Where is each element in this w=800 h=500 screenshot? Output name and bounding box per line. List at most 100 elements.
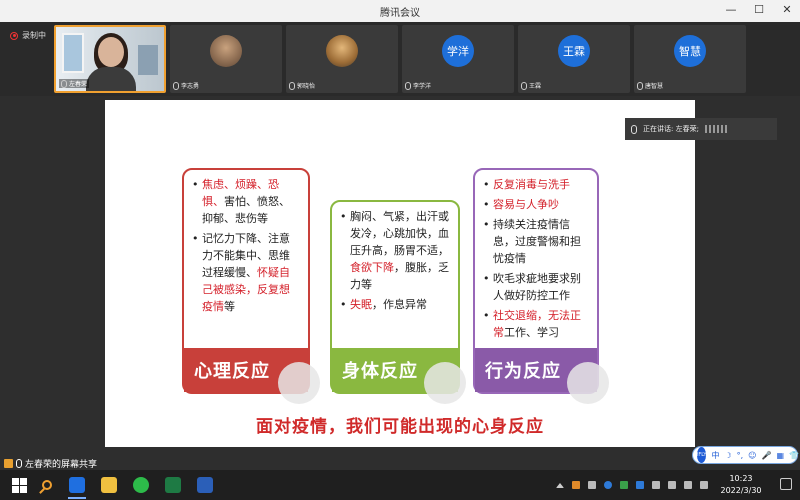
slide-caption: 面对疫情，我们可能出现的心身反应 [256,417,544,437]
wechat-icon [133,477,149,493]
excel-icon [165,477,181,493]
list-item: 持续关注疫情信息，过度警惕和担忧疫情 [483,216,589,267]
participant-tile-1[interactable]: 李志勇 [170,25,282,93]
avatar: 智慧 [674,35,706,67]
list-item: 吹毛求疵地要求别人做好防控工作 [483,270,589,304]
participant-tile-4[interactable]: 王霖 王霖 [518,25,630,93]
card-list: 胸闷、气紧，出汗或发冷，心跳加快，血压升高，肠胃不适，食欲下降，腹胀，乏力等失眠… [332,202,458,313]
participant-tile-2[interactable]: 郭晓怡 [286,25,398,93]
window-controls: — ☐ ✕ [724,3,794,16]
mic-icon [289,81,295,90]
participant-name: 李学洋 [405,81,431,90]
body-text: ，作息异常 [372,298,427,311]
taskbar-app-excel[interactable] [162,474,184,496]
close-button[interactable]: ✕ [780,3,794,16]
list-item: 胸闷、气紧，出汗或发冷，心跳加快，血压升高，肠胃不适，食欲下降，腹胀，乏力等 [340,208,450,293]
mic-icon [521,81,527,90]
mic-icon [405,81,411,90]
emoji-icon[interactable]: ☺ [748,451,756,460]
window-title: 腾讯会议 [380,7,420,19]
tray-app-icon[interactable] [636,481,644,489]
screen-share-bar[interactable]: 左春荣的屏幕共享 [0,456,97,470]
mic-icon [173,81,179,90]
highlight-text: 反复消毒与洗手 [493,178,570,191]
punctuation-icon[interactable]: °, [737,451,744,460]
tray-app-icon[interactable] [588,481,596,489]
highlight-text: 食欲下降 [350,261,394,274]
tray-app-icon[interactable] [652,481,660,489]
word-icon [197,477,213,493]
user-icon [4,458,13,468]
search-icon [42,480,52,490]
mic-icon [61,79,67,88]
bluetooth-icon[interactable] [604,481,612,489]
participant-name: 唐智慧 [637,81,663,90]
body-text: 吹毛求疵地要求别人做好防控工作 [493,272,581,302]
audio-wave-icon [704,125,729,133]
start-button[interactable] [8,474,30,496]
list-item: 容易与人争吵 [483,196,589,213]
mic-icon [631,124,637,134]
avatar [210,35,242,67]
ime-icon[interactable] [700,481,708,489]
taskbar-app-wechat[interactable] [130,474,152,496]
clock-time: 10:23 [729,474,753,483]
minimize-button[interactable]: — [724,3,738,16]
card-list: 焦虑、烦躁、恐惧、害怕、愤怒、抑郁、悲伤等记忆力下降、注意力不能集中、思维过程缓… [184,170,308,315]
volume-icon[interactable] [684,481,692,489]
taskbar-app-word[interactable] [194,474,216,496]
folder-icon [101,477,117,493]
card-psychological: 焦虑、烦躁、恐惧、害怕、愤怒、抑郁、悲伤等记忆力下降、注意力不能集中、思维过程缓… [182,168,320,404]
clock-date: 2022/3/30 [720,486,762,495]
windows-logo-icon [11,477,27,493]
record-icon [10,31,18,40]
chevron-up-icon[interactable] [556,482,564,488]
participant-tile-5[interactable]: 智慧 唐智慧 [634,25,746,93]
taskbar-app-explorer[interactable] [98,474,120,496]
meeting-window: 腾讯会议 — ☐ ✕ 录制中 左春荣 李志勇 郭晓怡 学洋 李学洋 王霖 王霖 … [0,0,800,470]
card-physical: 胸闷、气紧，出汗或发冷，心跳加快，血压升高，肠胃不适，食欲下降，腹胀，乏力等失眠… [330,200,466,404]
recording-label: 录制中 [22,31,46,40]
taskbar: 10:23 2022/3/30 [0,470,800,500]
participant-tile-0[interactable]: 左春荣 [54,25,166,93]
speaking-indicator: 正在讲话: 左春荣; [625,118,777,140]
title-bar: 腾讯会议 — ☐ ✕ [0,0,800,22]
participant-tile-3[interactable]: 学洋 李学洋 [402,25,514,93]
body-text: 工作、学习 [504,326,559,339]
ime-toolbar[interactable]: iFLY 中 ☽ °, ☺ 🎤 ▦ 👕 ⚙ [692,446,799,464]
card-behavioral: 反复消毒与洗手容易与人争吵持续关注疫情信息，过度警惕和担忧疫情吹毛求疵地要求别人… [473,168,609,404]
list-item: 社交退缩，无法正常工作、学习 [483,307,589,341]
card-list: 反复消毒与洗手容易与人争吵持续关注疫情信息，过度警惕和担忧疫情吹毛求疵地要求别人… [475,170,597,341]
decor-circle [278,362,320,404]
keyboard-icon[interactable]: ▦ [776,451,784,460]
avatar: 王霖 [558,35,590,67]
voice-icon[interactable]: 🎤 [762,451,772,460]
recording-indicator[interactable]: 录制中 [10,30,46,41]
taskbar-app-meeting[interactable] [66,474,88,499]
list-item: 反复消毒与洗手 [483,176,589,193]
highlight-text: 失眠 [350,298,372,311]
skin-icon[interactable]: 👕 [789,451,799,460]
decor-circle [424,362,466,404]
maximize-button[interactable]: ☐ [752,3,766,16]
body-text: 胸闷、气紧，出汗或发冷，心跳加快，血压升高，肠胃不适， [350,210,449,257]
participant-name: 李志勇 [173,81,199,90]
moon-icon[interactable]: ☽ [724,451,731,460]
participant-name: 郭晓怡 [289,81,315,90]
meeting-app-icon [69,477,85,493]
mic-icon [637,81,643,90]
ime-mode-zh[interactable]: 中 [711,450,719,461]
list-item: 焦虑、烦躁、恐惧、害怕、愤怒、抑郁、悲伤等 [192,176,300,227]
network-icon[interactable] [668,481,676,489]
search-button[interactable] [36,474,58,496]
notification-icon[interactable] [780,478,792,490]
taskbar-clock[interactable]: 10:23 2022/3/30 [716,473,766,497]
list-item: 失眠，作息异常 [340,296,450,313]
share-label: 左春荣的屏幕共享 [25,459,98,470]
decor-circle [567,362,609,404]
tray-app-icon[interactable] [620,481,628,489]
body-text: 持续关注疫情信息，过度警惕和担忧疫情 [493,218,581,265]
highlight-text: 容易与人争吵 [493,198,559,211]
mic-icon [16,458,22,468]
tray-app-icon[interactable] [572,481,580,489]
